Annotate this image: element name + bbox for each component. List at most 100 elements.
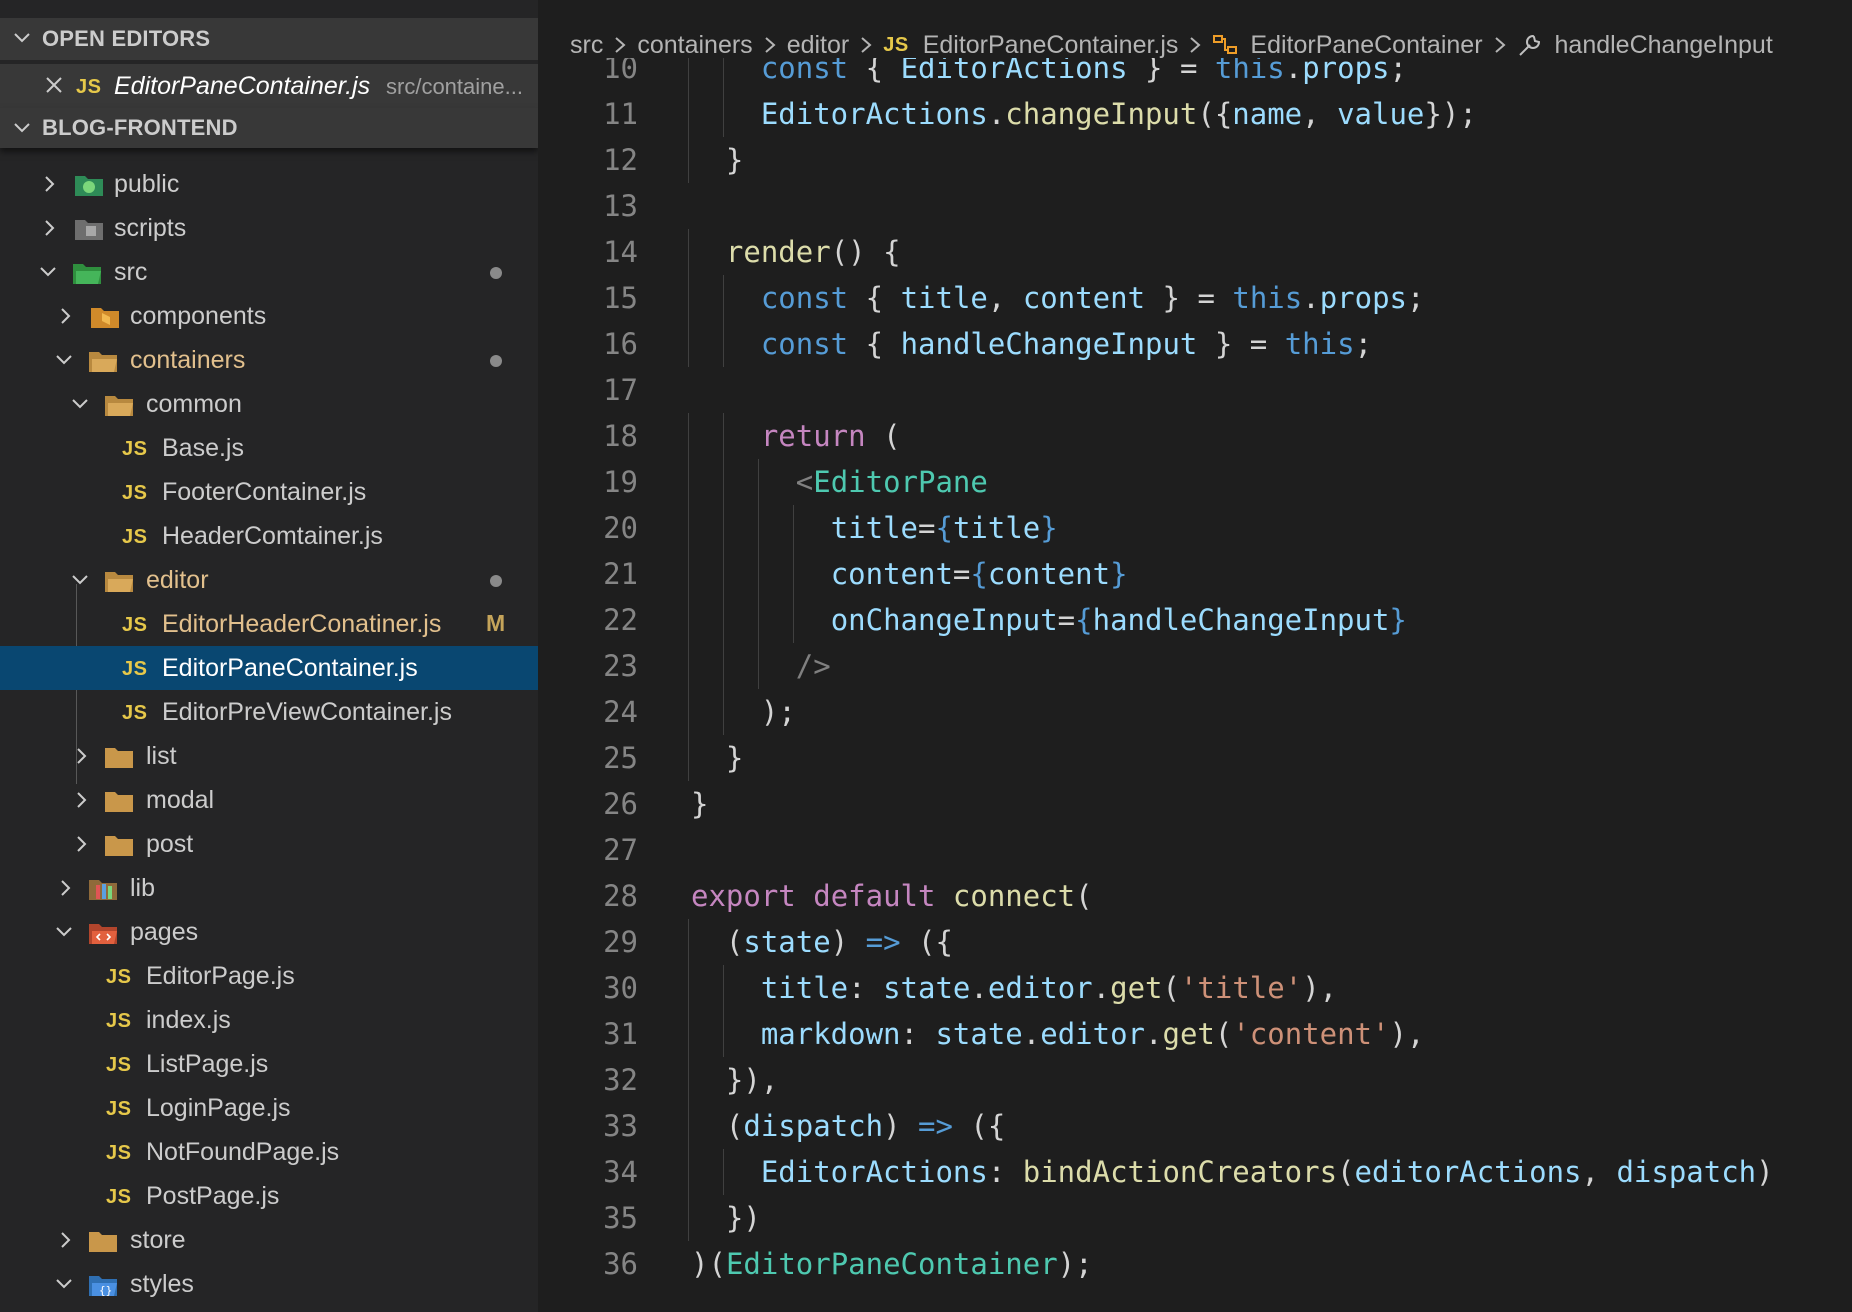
tree-folder-editor[interactable]: editor bbox=[0, 558, 538, 602]
folder-icon bbox=[105, 748, 133, 768]
lib-folder-icon bbox=[89, 880, 117, 900]
code-line[interactable]: 19 <EditorPane bbox=[538, 459, 1852, 505]
code-line[interactable]: 31 markdown: state.editor.get('content')… bbox=[538, 1011, 1852, 1057]
code-text: const { title, content } = this.props; bbox=[760, 281, 1425, 315]
styles-folder-icon: {} bbox=[89, 1276, 117, 1297]
tree-file-not-found-page[interactable]: JS NotFoundPage.js bbox=[0, 1130, 538, 1174]
folder-open-icon bbox=[105, 396, 133, 416]
code-line[interactable]: 36)(EditorPaneContainer); bbox=[538, 1241, 1852, 1287]
tree-file-login-page[interactable]: JS LoginPage.js bbox=[0, 1086, 538, 1130]
tree-folder-components[interactable]: components bbox=[0, 294, 538, 338]
code-line[interactable]: 29 (state) => ({ bbox=[538, 919, 1852, 965]
tree-folder-modal[interactable]: modal bbox=[0, 778, 538, 822]
js-file-icon: JS bbox=[76, 76, 102, 98]
code-line[interactable]: 14 render() { bbox=[538, 229, 1852, 275]
code-line[interactable]: 21 content={content} bbox=[538, 551, 1852, 597]
code-line[interactable]: 26} bbox=[538, 781, 1852, 827]
open-editors-header[interactable]: OPEN EDITORS bbox=[0, 18, 538, 60]
tree-folder-src[interactable]: src bbox=[0, 250, 538, 294]
project-title: BLOG-FRONTEND bbox=[42, 115, 238, 140]
tree-file-editor-page[interactable]: JS EditorPage.js bbox=[0, 954, 538, 998]
breadcrumb-item-file[interactable]: JS EditorPaneContainer.js bbox=[883, 31, 1178, 60]
folder-icon bbox=[89, 1232, 117, 1252]
code-line[interactable]: 20 title={title} bbox=[538, 505, 1852, 551]
code-line[interactable]: 34 EditorActions: bindActionCreators(edi… bbox=[538, 1149, 1852, 1195]
tree-file-index[interactable]: JS index.js bbox=[0, 998, 538, 1042]
code-line[interactable]: 30 title: state.editor.get('title'), bbox=[538, 965, 1852, 1011]
close-icon[interactable] bbox=[44, 75, 64, 95]
chevron-right-icon bbox=[861, 37, 872, 53]
code-line[interactable]: 33 (dispatch) => ({ bbox=[538, 1103, 1852, 1149]
tree-folder-common[interactable]: common bbox=[0, 382, 538, 426]
line-number: 35 bbox=[603, 1201, 638, 1235]
line-number: 33 bbox=[603, 1109, 638, 1143]
line-number: 16 bbox=[603, 327, 638, 361]
breadcrumb-item-src[interactable]: src bbox=[570, 31, 603, 60]
code-line[interactable]: 13 bbox=[538, 183, 1852, 229]
tree-folder-scripts[interactable]: scripts bbox=[0, 206, 538, 250]
tree-label: EditorPreViewContainer.js bbox=[162, 698, 452, 726]
tree-folder-post[interactable]: post bbox=[0, 822, 538, 866]
tree-file-list-page[interactable]: JS ListPage.js bbox=[0, 1042, 538, 1086]
tree-folder-public[interactable]: public bbox=[0, 162, 538, 206]
breadcrumb-item-editor[interactable]: editor bbox=[787, 31, 850, 60]
breadcrumb-item-containers[interactable]: containers bbox=[637, 31, 752, 60]
code-line[interactable]: 17 bbox=[538, 367, 1852, 413]
line-number: 26 bbox=[603, 787, 638, 821]
tree-label: EditorPaneContainer.js bbox=[162, 654, 418, 682]
code-line[interactable]: 35 }) bbox=[538, 1195, 1852, 1241]
chevron-right-icon bbox=[61, 308, 71, 324]
code-line[interactable]: 11 EditorActions.changeInput({name, valu… bbox=[538, 91, 1852, 137]
indent-guide bbox=[688, 965, 689, 1011]
code-line[interactable]: 27 bbox=[538, 827, 1852, 873]
line-number: 15 bbox=[603, 281, 638, 315]
tree-folder-pages[interactable]: pages bbox=[0, 910, 538, 954]
code-text: } bbox=[725, 741, 744, 775]
code-line[interactable]: 23 /> bbox=[538, 643, 1852, 689]
code-line[interactable]: 24 ); bbox=[538, 689, 1852, 735]
code-line[interactable]: 32 }), bbox=[538, 1057, 1852, 1103]
tree-file-editor-preview-container[interactable]: JS EditorPreViewContainer.js bbox=[0, 690, 538, 734]
chevron-right-icon bbox=[61, 1232, 71, 1248]
project-header[interactable]: BLOG-FRONTEND bbox=[0, 108, 538, 148]
js-file-icon: JS bbox=[106, 1054, 132, 1076]
code-line[interactable]: 12 } bbox=[538, 137, 1852, 183]
indent-guide bbox=[688, 229, 689, 275]
breadcrumb-item-method[interactable]: handleChangeInput bbox=[1517, 31, 1773, 60]
tree-folder-styles[interactable]: {} styles bbox=[0, 1262, 538, 1306]
js-file-icon: JS bbox=[122, 482, 148, 504]
tree-file-header-container[interactable]: JS HeaderComtainer.js bbox=[0, 514, 538, 558]
code-line[interactable]: 16 const { handleChangeInput } = this; bbox=[538, 321, 1852, 367]
code-text: (dispatch) => ({ bbox=[725, 1109, 1006, 1143]
code-text: markdown: state.editor.get('content'), bbox=[760, 1017, 1425, 1051]
code-editor[interactable]: 10 const { EditorActions } = this.props;… bbox=[538, 58, 1852, 1312]
tree-folder-lib[interactable]: lib bbox=[0, 866, 538, 910]
code-line[interactable]: 18 return ( bbox=[538, 413, 1852, 459]
open-editor-item[interactable]: JS EditorPaneContainer.js src/containe..… bbox=[0, 64, 538, 108]
breadcrumb-item-class[interactable]: EditorPaneContainer bbox=[1212, 31, 1483, 60]
tree-label: EditorHeaderConatiner.js bbox=[162, 610, 442, 638]
tree-file-footer-container[interactable]: JS FooterContainer.js bbox=[0, 470, 538, 514]
line-number: 10 bbox=[603, 58, 638, 85]
tree-file-post-page[interactable]: JS PostPage.js bbox=[0, 1174, 538, 1218]
tree-label: LoginPage.js bbox=[146, 1094, 291, 1122]
src-folder-icon bbox=[73, 264, 101, 284]
code-line[interactable]: 28 export default connect( bbox=[538, 873, 1852, 919]
tree-folder-list[interactable]: list bbox=[0, 734, 538, 778]
tree-label: post bbox=[146, 830, 194, 858]
tree-label: PostPage.js bbox=[146, 1182, 280, 1210]
line-number: 23 bbox=[603, 649, 638, 683]
tree-folder-store[interactable]: store bbox=[0, 1218, 538, 1262]
tree-folder-containers[interactable]: containers bbox=[0, 338, 538, 382]
tree-label: ListPage.js bbox=[146, 1050, 269, 1078]
code-line[interactable]: 15 const { title, content } = this.props… bbox=[538, 275, 1852, 321]
js-file-icon: JS bbox=[106, 1010, 132, 1032]
line-number: 22 bbox=[603, 603, 638, 637]
code-line[interactable]: 25 } bbox=[538, 735, 1852, 781]
code-line[interactable]: 22 onChangeInput={handleChangeInput} bbox=[538, 597, 1852, 643]
line-number: 13 bbox=[603, 189, 638, 223]
tree-file-editor-pane-container[interactable]: JS EditorPaneContainer.js bbox=[0, 646, 538, 690]
tree-file-editor-header-container[interactable]: JS EditorHeaderConatiner.js M bbox=[0, 602, 538, 646]
code-line[interactable]: 10 const { EditorActions } = this.props; bbox=[538, 58, 1852, 91]
tree-file-base[interactable]: JS Base.js bbox=[0, 426, 538, 470]
